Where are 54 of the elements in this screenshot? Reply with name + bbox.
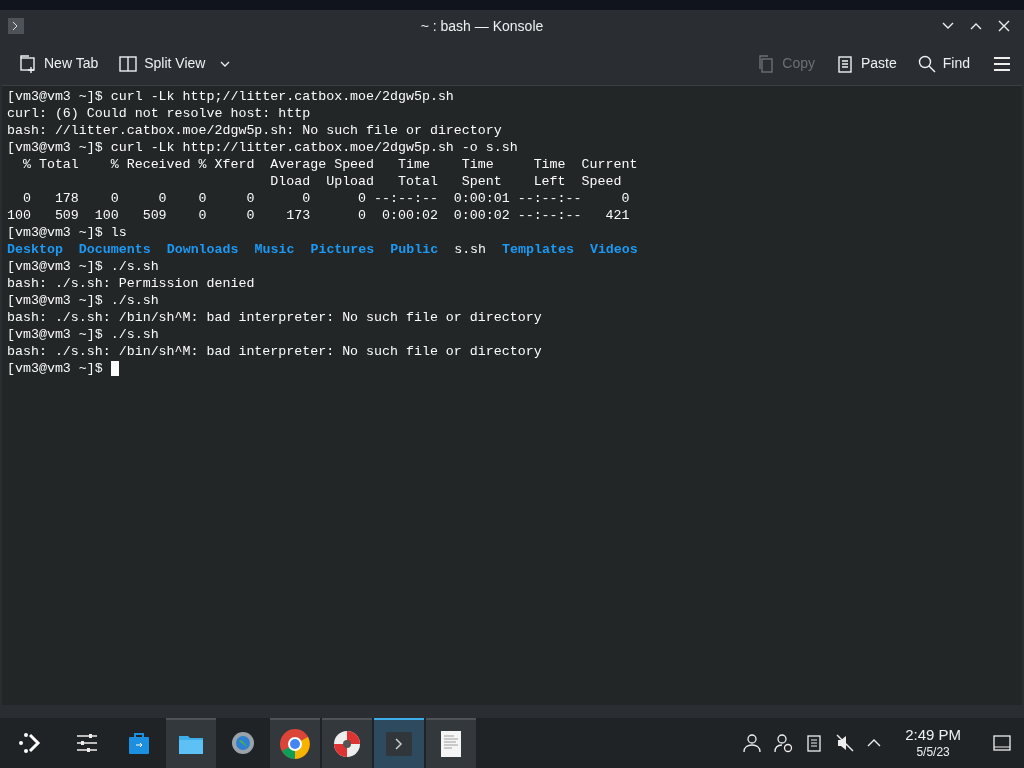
terminal-line: [vm3@vm3 ~]$ curl -Lk http;//litter.catbox.moe/2dgw5p.sh <box>7 88 454 105</box>
clock-date[interactable]: 5/5/23 <box>916 744 950 760</box>
split-view-icon <box>118 53 139 74</box>
find-button[interactable]: Find <box>910 49 976 78</box>
muted-speaker-icon[interactable] <box>835 733 856 753</box>
terminal-line: [vm3@vm3 ~]$ ./s.sh <box>7 326 159 343</box>
document-icon <box>439 730 463 758</box>
directory-name: Downloads <box>166 241 239 258</box>
terminal-line: 100 509 100 509 0 0 173 0 0:00:02 0:00:02 --:--:-- 421 <box>7 207 630 224</box>
directory-name: Videos <box>589 241 638 258</box>
terminal-icon <box>385 730 413 758</box>
paste-button[interactable]: Paste <box>828 49 903 78</box>
directory-name: Pictures <box>310 241 375 258</box>
app-launcher-icon <box>17 731 41 755</box>
user-icon[interactable] <box>742 733 763 753</box>
new-tab-button[interactable]: New Tab <box>12 49 105 78</box>
taskbar-app[interactable] <box>270 718 320 768</box>
directory-name: Public <box>390 241 439 258</box>
new-tab-icon <box>18 53 38 74</box>
taskbar-app[interactable] <box>166 718 216 768</box>
directory-name: Templates <box>502 241 574 258</box>
directory-name: Documents <box>78 241 151 258</box>
terminal-line: 0 178 0 0 0 0 0 0 --:--:-- 0:00:01 --:--:-- 0 <box>21 190 630 207</box>
search-icon <box>916 53 937 74</box>
text-cursor <box>110 361 119 376</box>
taskbar-app[interactable] <box>322 718 372 768</box>
terminal-line: curl: (6) Could not resolve host: http <box>7 105 311 122</box>
terminal-line: [vm3@vm3 ~]$ ./s.sh <box>7 258 159 275</box>
terminal-line: bash: ./s.sh: Permission denied <box>7 275 255 292</box>
directory-name: Desktop <box>7 241 63 258</box>
close-icon[interactable] <box>996 18 1012 34</box>
window-title: ~ : bash — Konsole <box>420 16 544 36</box>
directory-name: Music <box>254 241 295 258</box>
split-view-button[interactable]: Split View <box>112 49 238 78</box>
user-status-icon[interactable] <box>773 733 794 753</box>
terminal-line: bash: //litter.catbox.moe/2dgw5p.sh: No such file or directory <box>7 122 502 139</box>
disc-icon <box>333 730 361 758</box>
terminal-line: % Total % Received % Xferd Average Speed Time Time Time Current <box>21 156 638 173</box>
terminal-line: [vm3@vm3 ~]$ curl -Lk http://litter.catbox.moe/2dgw5p.sh -o s.sh <box>7 139 518 156</box>
show-desktop-icon[interactable] <box>992 733 1012 753</box>
taskbar-app[interactable] <box>426 718 476 768</box>
shopping-bag-icon <box>127 731 151 755</box>
terminal-icon <box>8 18 24 34</box>
terminal-prompt: [vm3@vm3 ~]$ <box>7 360 104 377</box>
terminal-line: bash: ./s.sh: /bin/sh^M: bad interpreter: No such file or directory <box>7 343 542 360</box>
terminal-line: [vm3@vm3 ~]$ ls <box>7 224 127 241</box>
gear-globe-icon <box>231 731 255 755</box>
file-name: s.sh <box>454 241 487 258</box>
terminal-line: bash: ./s.sh: /bin/sh^M: bad interpreter: No such file or directory <box>7 309 542 326</box>
browser-icon <box>279 728 311 760</box>
sliders-icon <box>75 731 99 755</box>
clock-time[interactable]: 2:49 PM <box>905 726 961 745</box>
terminal-line: [vm3@vm3 ~]$ ./s.sh <box>7 292 159 309</box>
terminal-line: Dload Upload Total Spent Left Speed <box>269 173 622 190</box>
